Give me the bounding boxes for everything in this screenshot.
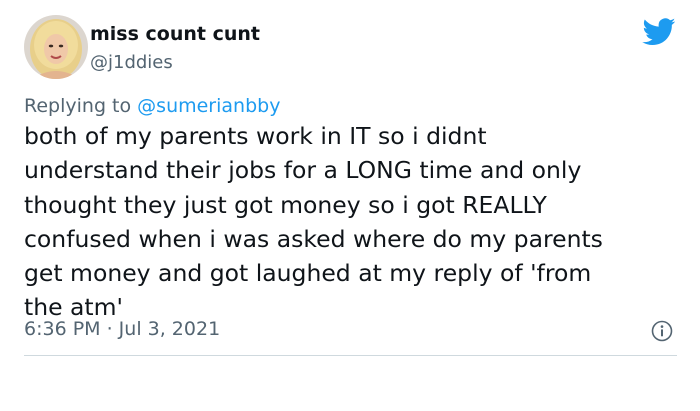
twitter-bird-icon[interactable]	[642, 18, 676, 46]
divider	[24, 355, 677, 356]
user-handle[interactable]: @j1ddies	[90, 52, 173, 73]
avatar-image	[24, 15, 88, 79]
info-icon-svg	[651, 320, 673, 342]
avatar[interactable]	[24, 15, 88, 79]
display-name[interactable]: miss count cunt	[90, 23, 260, 45]
tweet-card: miss count cunt @j1ddies Replying to @su…	[0, 0, 700, 411]
tweet-timestamp[interactable]: 6:36 PM · Jul 3, 2021	[24, 318, 220, 340]
replying-to-label: Replying to	[24, 95, 132, 117]
info-icon[interactable]	[651, 320, 673, 342]
twitter-bird-svg	[642, 18, 676, 46]
replying-to-line: Replying to @sumerianbby	[24, 95, 280, 117]
tweet-text: both of my parents work in IT so i didnt…	[24, 122, 603, 322]
reply-handle-link[interactable]: @sumerianbby	[137, 95, 280, 117]
